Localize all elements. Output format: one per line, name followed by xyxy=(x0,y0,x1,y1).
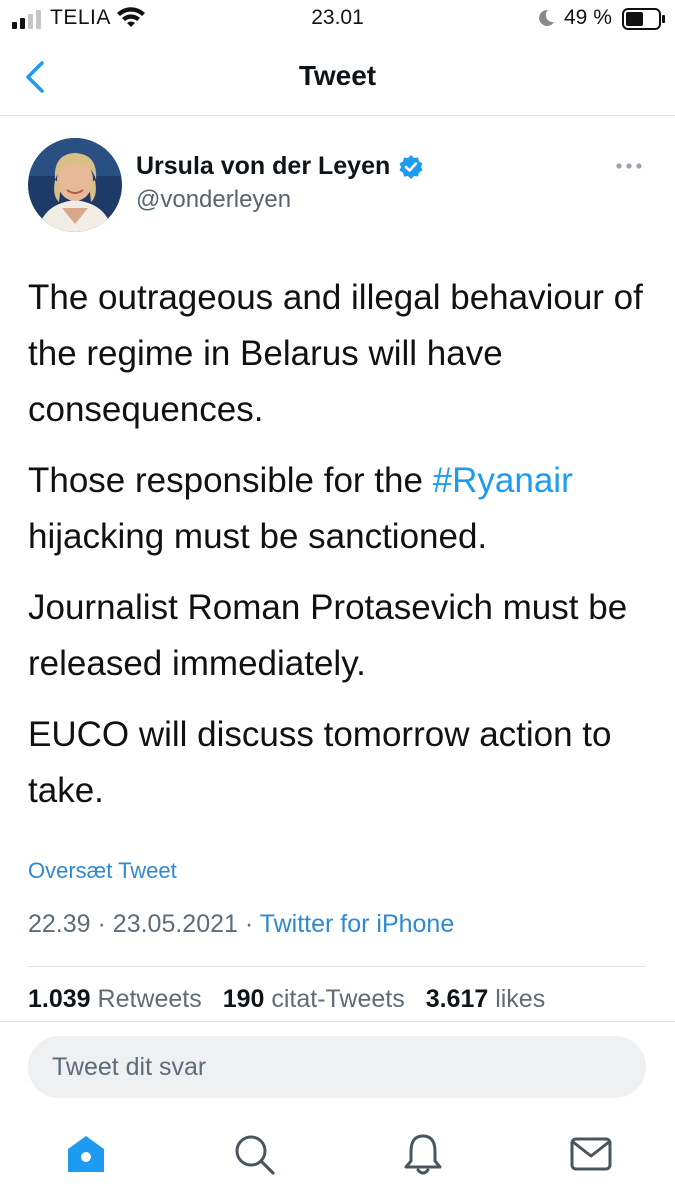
avatar[interactable] xyxy=(28,138,122,232)
divider xyxy=(28,966,646,967)
tweet-date: 23.05.2021 xyxy=(112,910,238,938)
page-title: Tweet xyxy=(298,60,377,91)
moon-icon xyxy=(539,9,554,26)
tweet-metadata: 22.39 · 23.05.2021 · Twitter for iPhone xyxy=(28,910,454,939)
more-options-icon[interactable] xyxy=(614,155,644,177)
author-name[interactable]: Ursula von der Leyen xyxy=(136,152,390,181)
likes-count: 3.617 xyxy=(425,985,489,1013)
reply-placeholder: Tweet dit svar xyxy=(52,1053,207,1081)
status-bar: TELIA 23.01 49 % xyxy=(0,0,675,40)
author-name-row[interactable]: Ursula von der Leyen xyxy=(136,152,424,181)
tweet-text-segment: hijacking must be sanctioned. xyxy=(28,517,488,556)
messages-icon[interactable] xyxy=(569,1132,613,1176)
likes-stat[interactable]: 3.617 likes xyxy=(426,985,546,1013)
divider xyxy=(0,1021,675,1022)
home-icon[interactable] xyxy=(64,1132,108,1176)
retweets-stat[interactable]: 1.039 Retweets xyxy=(28,985,202,1013)
battery-icon xyxy=(622,8,665,30)
tweet-source-link[interactable]: Twitter for iPhone xyxy=(260,910,455,938)
battery-percentage: 49 % xyxy=(564,6,612,29)
retweets-label: Retweets xyxy=(97,985,202,1013)
tweet-time: 22.39 xyxy=(28,910,91,938)
tweet-paragraph: Those responsible for the #Ryanair hijac… xyxy=(28,453,648,565)
quote-tweets-label: citat-Tweets xyxy=(271,985,405,1013)
reply-input[interactable]: Tweet dit svar xyxy=(28,1036,646,1098)
notifications-icon[interactable] xyxy=(401,1132,445,1176)
translate-tweet-link[interactable]: Oversæt Tweet xyxy=(28,858,177,884)
search-icon[interactable] xyxy=(232,1132,276,1176)
retweets-count: 1.039 xyxy=(28,985,91,1013)
nav-bar: Tweet xyxy=(0,40,675,116)
separator: · xyxy=(244,910,254,938)
hashtag-link[interactable]: #Ryanair xyxy=(433,461,573,500)
verified-badge-icon xyxy=(399,154,423,179)
author-handle[interactable]: @vonderleyen xyxy=(136,186,291,214)
tweet-paragraph: EUCO will discuss tomorrow action to tak… xyxy=(28,715,612,810)
tweet-paragraph: Journalist Roman Protasevich must be rel… xyxy=(28,588,628,683)
quote-tweets-stat[interactable]: 190 citat-Tweets xyxy=(223,985,405,1013)
tweet-text: The outrageous and illegal behaviour of … xyxy=(28,270,648,834)
separator: · xyxy=(97,910,106,938)
tweet-paragraph: The outrageous and illegal behaviour of … xyxy=(28,278,643,429)
likes-label: likes xyxy=(495,985,546,1013)
tweet-text-segment: Those responsible for the xyxy=(28,461,433,500)
tab-bar xyxy=(0,1120,675,1200)
tweet-stats: 1.039 Retweets 190 citat-Tweets 3.617 li… xyxy=(28,985,559,1014)
quote-tweets-count: 190 xyxy=(222,985,265,1013)
